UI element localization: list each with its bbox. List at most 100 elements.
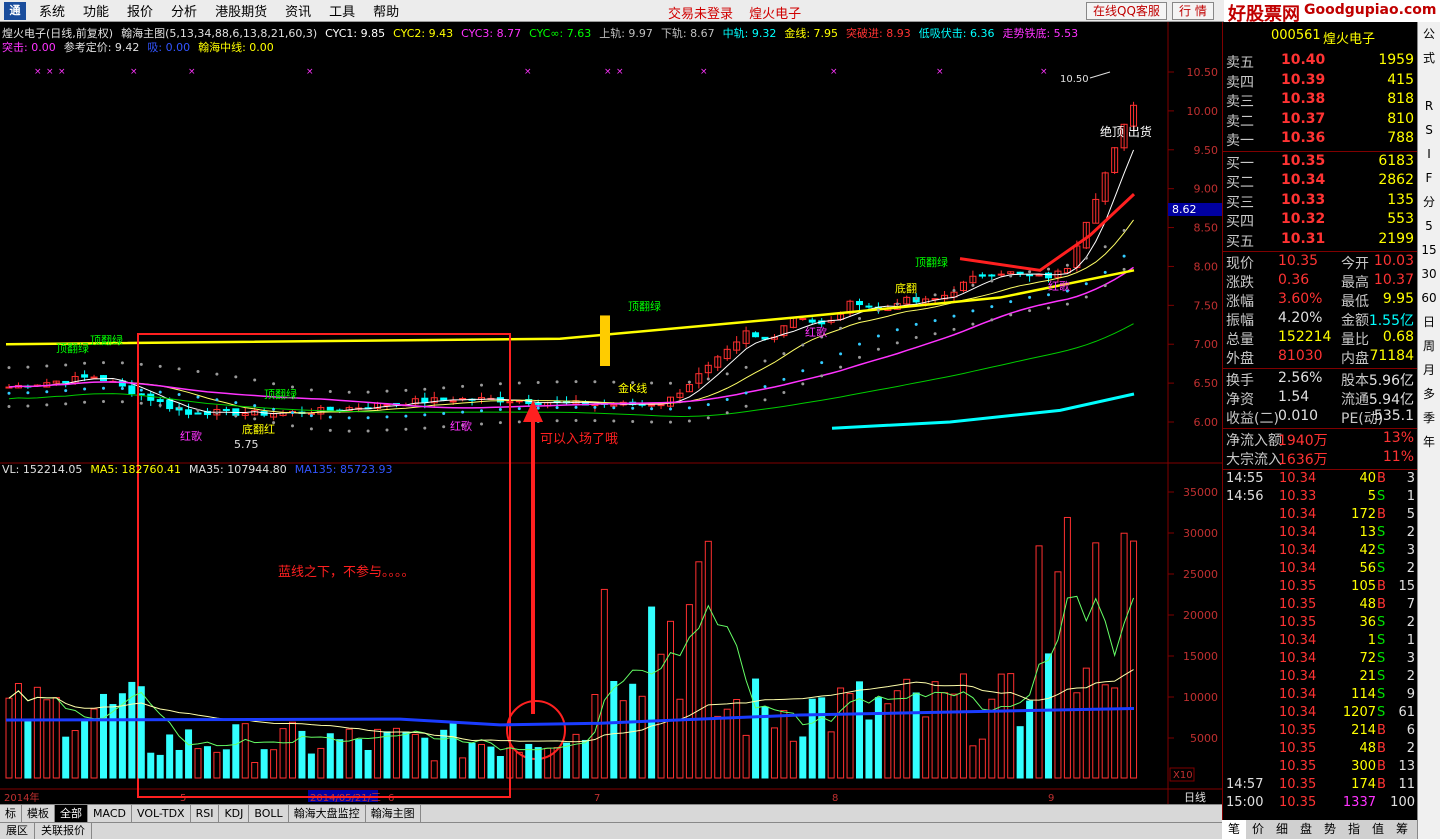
side-tool-8[interactable]: 5 [1418,214,1440,238]
volume-bar [71,730,79,779]
tick-volume: 36 [1359,615,1376,630]
band-dot-lower [820,374,824,378]
band-dot-upper [253,378,257,382]
mid-dot [914,322,918,326]
login-status[interactable]: 交易未登录 [668,7,733,22]
band-dot-lower [253,417,257,421]
side-tool-17[interactable]: 年 [1418,430,1440,454]
volume-bar [232,724,240,779]
side-tool-7[interactable]: 分 [1418,190,1440,214]
volume-bar [222,749,230,779]
side-tool-15[interactable]: 多 [1418,382,1440,406]
band-dot-lower [480,422,483,426]
tick-price: 10.35 [1279,759,1317,774]
tick-count: 7 [1406,597,1415,612]
quote-button[interactable]: 行 情 [1172,2,1214,20]
menu-quote[interactable]: 报价 [118,1,162,20]
side-tool-1[interactable]: 式 [1418,46,1440,70]
panel-tab-2[interactable]: 细 [1270,820,1294,839]
indicator-tab-4[interactable]: VOL-TDX [132,805,191,822]
side-tool-9[interactable]: 15 [1418,238,1440,262]
side-tool-13[interactable]: 周 [1418,334,1440,358]
volume-bar [884,703,892,779]
indicator-tab-6[interactable]: KDJ [219,805,250,822]
side-tool-2[interactable] [1418,70,1440,94]
indicator-value-11: 低吸伏击: 6.36 [918,27,995,40]
panel-tab-5[interactable]: 指 [1342,820,1366,839]
indicator-tab-7[interactable]: BOLL [249,805,289,822]
ask-row-3-value: 10.37 [1281,110,1326,127]
side-tool-6[interactable]: F [1418,166,1440,190]
panel-tab-0[interactable]: 笔 [1222,820,1246,839]
panel-tab-1[interactable]: 价 [1246,820,1270,839]
menu-hk-futures[interactable]: 港股期货 [206,1,276,20]
indicator-tab-5[interactable]: RSI [191,805,220,822]
band-dot-upper [158,364,162,368]
band-dot-lower [158,403,162,407]
stat-row-3-value: 4.20% [1278,310,1323,326]
mid-dot [763,385,767,389]
volume-bar [657,653,665,779]
indicator-tab-1[interactable]: 模板 [22,805,55,822]
tick-row: 10.34 172 B 5 [1223,507,1418,525]
status-tab-1[interactable]: 关联报价 [35,823,92,839]
mid-dot [442,412,446,416]
ask-row-1-label: 卖四 [1226,74,1254,91]
stat-row-0: 现价 10.35 今开 10.03 [1223,253,1418,272]
side-tool-14[interactable]: 月 [1418,358,1440,382]
tick-side: B [1377,579,1386,594]
tick-price: 10.34 [1279,687,1317,702]
brand-banner: 好股票网 Goodgupiao.com [1224,0,1440,25]
side-tool-0[interactable]: 公 [1418,22,1440,46]
band-dot-lower [498,421,502,425]
panel-tab-4[interactable]: 势 [1318,820,1342,839]
menu-function[interactable]: 功能 [74,1,118,20]
volume-bar [468,742,476,779]
candle-body [865,305,873,308]
side-tool-5[interactable]: I [1418,142,1440,166]
side-tool-16[interactable]: 季 [1418,406,1440,430]
indicator-tab-0[interactable]: 标 [0,805,22,822]
panel-tab-6[interactable]: 值 [1366,820,1390,839]
band-dot-lower [725,411,729,415]
band-dot-upper [801,343,805,347]
app-logo-icon[interactable]: 通 [4,1,26,20]
status-tab-0[interactable]: 展区 [0,823,35,839]
tick-side: B [1377,777,1386,792]
menu-analysis[interactable]: 分析 [162,1,206,20]
signal-marker: × [306,67,314,77]
menu-help[interactable]: 帮助 [364,1,408,20]
side-tool-10[interactable]: 30 [1418,262,1440,286]
side-tool-3[interactable]: R [1418,94,1440,118]
side-tool-12[interactable]: 日 [1418,310,1440,334]
volume-bar [137,686,145,779]
volume-bar [147,752,155,779]
indicator-tab-8[interactable]: 翰海大盘监控 [289,805,366,822]
volume-bar [14,683,22,779]
indicator-tab-2[interactable]: 全部 [55,805,88,822]
panel-tab-3[interactable]: 盘 [1294,820,1318,839]
stat-row-2-label: 涨幅 [1226,294,1254,310]
indicator-tab-3[interactable]: MACD [88,805,132,822]
menu-system[interactable]: 系统 [30,1,74,20]
menu-info[interactable]: 资讯 [276,1,320,20]
menu-tools[interactable]: 工具 [320,1,364,20]
x-axis-label: 2014年 [4,791,39,804]
chart-area[interactable]: 10.50 10.00 9.50 9.00 8.50 8.00 7.50 7.00 6.50 6.… [0,22,1222,804]
panel-tab-7[interactable]: 筹 [1390,820,1414,839]
stat-row-7-value2: 5.94亿 [1368,392,1414,408]
indicator-tab-9[interactable]: 翰海主图 [366,805,421,822]
tick-price: 10.35 [1279,579,1317,594]
signal-label: 5.75 [234,438,259,451]
kline-chart[interactable]: 10.50 10.00 9.50 9.00 8.50 8.00 7.50 7.00 6.50 6.… [0,22,1222,804]
stat-row-4-value: 152214 [1278,329,1332,345]
volume-bar [893,690,901,779]
mid-dot [876,334,880,338]
volume-bar [62,736,70,779]
side-tool-4[interactable]: S [1418,118,1440,142]
band-dot-upper [612,380,616,384]
side-tool-11[interactable]: 60 [1418,286,1440,310]
qq-support-button[interactable]: 在线QQ客服 [1086,2,1167,20]
band-dot-lower [83,400,87,404]
volume-bar [714,715,722,779]
